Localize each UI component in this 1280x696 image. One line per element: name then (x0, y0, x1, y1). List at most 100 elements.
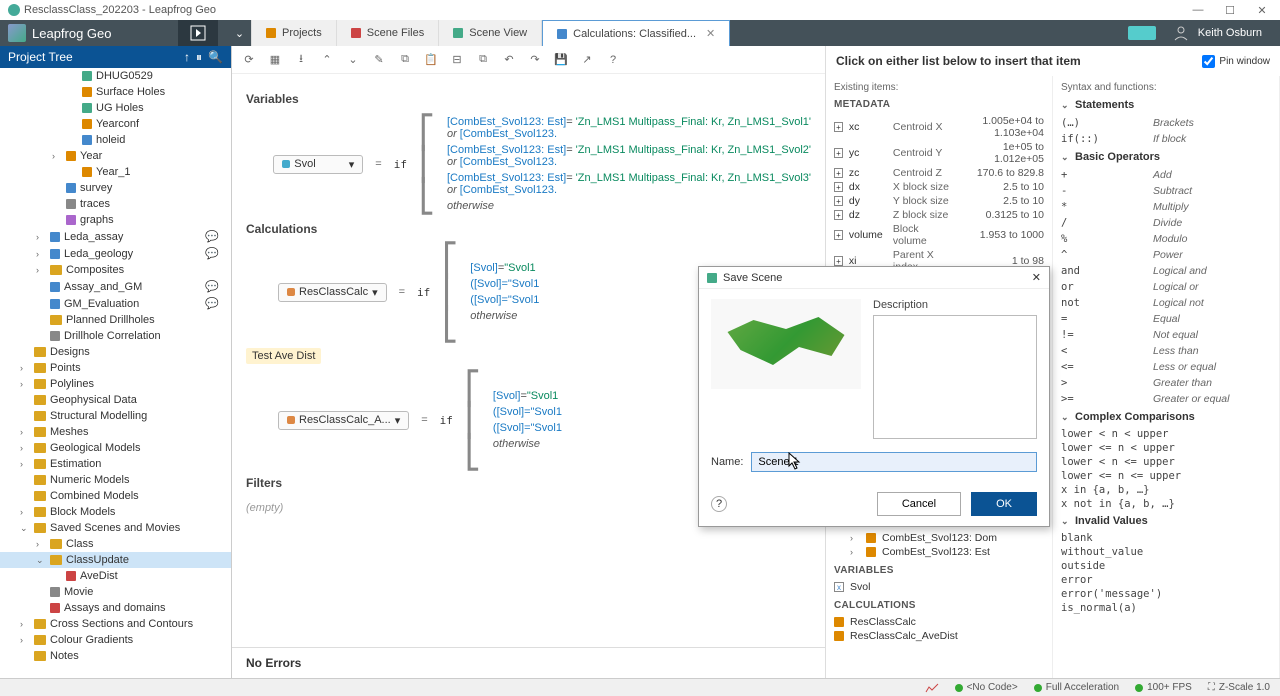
syntax-row[interactable]: x in {a, b, …} (1061, 483, 1271, 497)
tree-item[interactable]: DHUG0529 (0, 68, 231, 84)
description-input[interactable] (873, 315, 1037, 439)
resclass-a-code-block[interactable]: [Svol]="Svol1 ([Svol]="Svol1 ([Svol]="Sv… (493, 388, 562, 452)
tree-item[interactable]: ⌄ClassUpdate (0, 552, 231, 568)
tree-item[interactable]: ›Points (0, 360, 231, 376)
syntax-row[interactable]: orLogical or (1061, 279, 1271, 295)
tree-item[interactable]: ›Meshes (0, 424, 231, 440)
pin-window-checkbox[interactable]: Pin window (1202, 55, 1270, 68)
syntax-row[interactable]: +Add (1061, 167, 1271, 183)
resclass-code-block[interactable]: [Svol]="Svol1 ([Svol]="Svol1 ([Svol]="Sv… (470, 260, 539, 324)
svol-variable[interactable]: Svol▾ (273, 155, 363, 174)
close-button[interactable]: ✕ (1252, 2, 1272, 18)
syntax-row[interactable]: %Modulo (1061, 231, 1271, 247)
tree-item[interactable]: AveDist (0, 568, 231, 584)
tree-item[interactable]: Assay_and_GM💬 (0, 278, 231, 295)
tree-item[interactable]: Combined Models (0, 488, 231, 504)
minimize-button[interactable]: — (1188, 2, 1208, 18)
tree-item[interactable]: Surface Holes (0, 84, 231, 100)
copy-icon[interactable]: ⧉ (396, 51, 414, 69)
syntax-row[interactable]: >Greater than (1061, 375, 1271, 391)
tree-item[interactable]: graphs (0, 212, 231, 228)
resclass-a-variable[interactable]: ResClassCalc_A...▾ (278, 411, 409, 430)
statements-group[interactable]: ⌄Statements (1061, 99, 1271, 111)
eval-dom[interactable]: ›CombEst_Svol123: Dom (834, 531, 1044, 545)
paste-icon[interactable]: 📋 (422, 51, 440, 69)
expand-icon[interactable]: ⌄ (344, 51, 362, 69)
tree-item[interactable]: ›Polylines (0, 376, 231, 392)
tree-item[interactable]: GM_Evaluation💬 (0, 295, 231, 312)
dialog-help-icon[interactable]: ? (711, 496, 727, 512)
redo-icon[interactable]: ↷ (526, 51, 544, 69)
svol-code-block[interactable]: [CombEst_Svol123: Est]= 'Zn_LMS1 Multipa… (447, 114, 811, 214)
syntax-row[interactable]: ^Power (1061, 247, 1271, 263)
metadata-row[interactable]: +dzZ block size0.3125 to 10 (834, 208, 1044, 222)
syntax-row[interactable]: !=Not equal (1061, 327, 1271, 343)
download-icon[interactable]: ⭳ (292, 51, 310, 69)
tree-search-icon[interactable]: 🔍 (208, 50, 223, 65)
tab-calculations[interactable]: Calculations: Classified...✕ (542, 20, 730, 46)
tab-scene-view[interactable]: Scene View (439, 20, 542, 46)
syntax-row[interactable]: *Multiply (1061, 199, 1271, 215)
syntax-row[interactable]: blank (1061, 531, 1271, 545)
maximize-button[interactable]: ☐ (1220, 2, 1240, 18)
wand-icon[interactable]: ✎ (370, 51, 388, 69)
tab-close-icon[interactable]: ✕ (706, 27, 715, 40)
metadata-row[interactable]: +zcCentroid Z170.6 to 829.8 (834, 166, 1044, 180)
complex-group[interactable]: ⌄Complex Comparisons (1061, 411, 1271, 423)
cancel-button[interactable]: Cancel (877, 492, 961, 516)
tree-item[interactable]: Planned Drillholes (0, 312, 231, 328)
syntax-row[interactable]: lower < n <= upper (1061, 455, 1271, 469)
syntax-row[interactable]: lower < n < upper (1061, 427, 1271, 441)
metadata-row[interactable]: +ycCentroid Y1e+05 to 1.012e+05 (834, 140, 1044, 166)
tree-item[interactable]: ⌄Saved Scenes and Movies (0, 520, 231, 536)
metadata-row[interactable]: +dxX block size2.5 to 10 (834, 180, 1044, 194)
save-icon[interactable]: 💾 (552, 51, 570, 69)
tree-item[interactable]: UG Holes (0, 100, 231, 116)
tab-dropdown[interactable]: ⌄ (228, 20, 252, 46)
syntax-row[interactable]: if(::)If block (1061, 131, 1271, 147)
tree-item[interactable]: holeid (0, 132, 231, 148)
tree-item[interactable]: ›Composites (0, 262, 231, 278)
tree-item[interactable]: ›Leda_geology💬 (0, 245, 231, 262)
syntax-row[interactable]: notLogical not (1061, 295, 1271, 311)
syntax-row[interactable]: (…)Brackets (1061, 115, 1271, 131)
tree-pause-icon[interactable]: ⏸ (196, 50, 202, 65)
syntax-row[interactable]: /Divide (1061, 215, 1271, 231)
syntax-row[interactable]: without_value (1061, 545, 1271, 559)
metadata-row[interactable]: +volumeBlock volume1.953 to 1000 (834, 222, 1044, 248)
tree-item[interactable]: ›Year (0, 148, 231, 164)
tab-projects[interactable]: Projects (252, 20, 337, 46)
metadata-row[interactable]: +dyY block size2.5 to 10 (834, 194, 1044, 208)
tree-item[interactable]: Designs (0, 344, 231, 360)
calc-resclass-avedist[interactable]: ResClassCalc_AveDist (834, 629, 1044, 643)
tree-item[interactable]: ›Leda_assay💬 (0, 228, 231, 245)
dup-icon[interactable]: ⧉ (474, 51, 492, 69)
tree-item[interactable]: Year_1 (0, 164, 231, 180)
syntax-row[interactable]: error('message') (1061, 587, 1271, 601)
collapse-icon[interactable]: ⌃ (318, 51, 336, 69)
syntax-row[interactable]: -Subtract (1061, 183, 1271, 199)
tree-item[interactable]: ›Geological Models (0, 440, 231, 456)
syntax-row[interactable]: <=Less or equal (1061, 359, 1271, 375)
tree-item[interactable]: Geophysical Data (0, 392, 231, 408)
tree-item[interactable]: ›Block Models (0, 504, 231, 520)
tree-item[interactable]: Movie (0, 584, 231, 600)
basic-ops-group[interactable]: ⌄Basic Operators (1061, 151, 1271, 163)
dialog-close-icon[interactable]: ✕ (1032, 271, 1041, 284)
resclass-variable[interactable]: ResClassCalc▾ (278, 283, 387, 302)
tree-item[interactable]: Assays and domains (0, 600, 231, 616)
name-input[interactable] (751, 452, 1037, 472)
syntax-row[interactable]: lower <= n <= upper (1061, 469, 1271, 483)
tree-item[interactable]: Numeric Models (0, 472, 231, 488)
undo-icon[interactable]: ↶ (500, 51, 518, 69)
syntax-row[interactable]: >=Greater or equal (1061, 391, 1271, 407)
tree-item[interactable]: Structural Modelling (0, 408, 231, 424)
syntax-row[interactable]: lower <= n < upper (1061, 441, 1271, 455)
syntax-row[interactable]: outside (1061, 559, 1271, 573)
syntax-row[interactable]: error (1061, 573, 1271, 587)
syntax-row[interactable]: is_normal(a) (1061, 601, 1271, 615)
var-svol[interactable]: xSvol (834, 580, 1044, 594)
metadata-row[interactable]: +xcCentroid X1.005e+04 to 1.103e+04 (834, 114, 1044, 140)
tree-item[interactable]: ›Colour Gradients (0, 632, 231, 648)
ok-button[interactable]: OK (971, 492, 1037, 516)
